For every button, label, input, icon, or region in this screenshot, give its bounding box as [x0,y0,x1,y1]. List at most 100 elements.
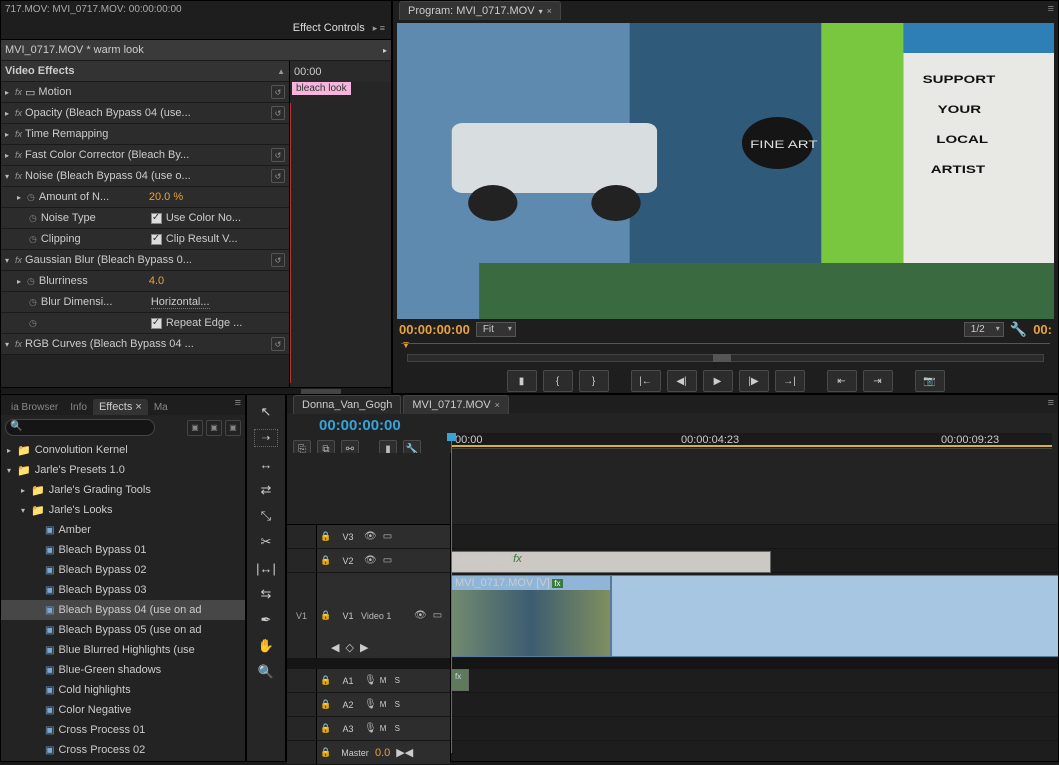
reset-button[interactable]: ↺ [271,148,285,162]
folder-item[interactable]: ▸📁Jarle's Grading Tools [1,480,245,500]
mark-in-button[interactable]: ▮ [507,370,537,392]
twirl-icon[interactable]: ▸ [21,486,31,495]
lift-button[interactable]: ⇤ [827,370,857,392]
timeline-playhead[interactable] [451,433,452,753]
preset-item[interactable]: ▣Bleach Bypass 03 [1,580,245,600]
track-name-v1[interactable]: Video 1 [361,611,411,621]
stopwatch-icon[interactable]: ◷ [29,213,37,224]
step-forward-button[interactable]: |▶ [739,370,769,392]
ripple-edit-tool[interactable]: ↔ [254,455,278,473]
param-value[interactable]: 20.0 % [149,191,183,203]
video-effects-section[interactable]: Video Effects [5,65,277,77]
checkbox[interactable] [151,213,162,224]
preset-item[interactable]: ▣Bleach Bypass 04 (use on ad [1,600,245,620]
export-frame-button[interactable]: 📷 [915,370,945,392]
track-target-a3[interactable]: A3 [335,724,361,734]
reset-button[interactable]: ↺ [271,253,285,267]
track-sync-lock-icon[interactable]: ▭ [383,531,392,542]
track-target-v2[interactable]: V2 [335,556,361,566]
panel-menu-icon[interactable]: ≡ [1048,3,1054,15]
razor-tool[interactable]: ✂ [254,533,278,551]
extract-button[interactable]: ⇥ [863,370,893,392]
32bit-filter[interactable]: ▣ [206,420,222,436]
track-lock-icon[interactable]: 🔒 [317,610,335,621]
mute-solo[interactable]: M S [380,724,403,733]
disclosure-icon[interactable]: ▸ [383,46,387,55]
twirl-icon[interactable]: ▸ [7,446,17,455]
track-select-tool[interactable]: ⇢ [254,429,278,447]
program-viewport[interactable]: FINE ART SUPPORT YOUR LOCAL ARTIST [397,23,1054,319]
track-sync-lock-icon[interactable]: ▭ [383,555,392,566]
ec-ruler[interactable]: 00:00 [290,61,391,82]
program-scrubber[interactable]: ▼ [401,340,1050,366]
param-value[interactable]: 4.0 [149,275,164,287]
folder-item[interactable]: ▾📁Jarle's Presets 1.0 [1,460,245,480]
stopwatch-icon[interactable]: ◷ [27,192,35,203]
settings-wrench-icon[interactable]: 🔧 [1010,321,1027,338]
effects-tree[interactable]: ▸📁Convolution Kernel▾📁Jarle's Presets 1.… [1,440,245,760]
preset-item[interactable]: ▣Bleach Bypass 02 [1,560,245,580]
program-timecode-left[interactable]: 00:00:00:00 [399,322,470,337]
tab-markers[interactable]: Ma [148,400,174,415]
track-voice-icon[interactable]: 🎙 [364,675,377,686]
go-to-out-button[interactable]: →| [775,370,805,392]
mark-out-bracket-button[interactable]: } [579,370,609,392]
slip-tool[interactable]: |↔| [254,559,278,577]
twirl-icon[interactable]: ▸ [5,151,15,160]
effect-noise[interactable]: Noise (Bleach Bypass 04 (use o... [25,170,271,182]
resolution-dropdown[interactable]: 1/2 [964,322,1004,337]
folder-item[interactable]: ▾📁Jarle's Looks [1,500,245,520]
timeline-timecode[interactable]: 00:00:00:00 [319,417,401,434]
twirl-icon[interactable]: ▸ [17,277,27,286]
go-to-in-button[interactable]: |← [631,370,661,392]
source-patch-v1[interactable]: V1 [287,573,317,658]
reset-button[interactable]: ↺ [271,106,285,120]
wing-menu-icon[interactable]: ▸ ≡ [373,23,385,34]
track-lock-icon[interactable]: 🔒 [317,555,335,566]
close-icon[interactable]: × [135,401,141,413]
twirl-icon[interactable]: ▾ [5,256,15,265]
sequence-tab-donna[interactable]: Donna_Van_Gogh [293,395,401,414]
tab-media-browser[interactable]: ia Browser [5,400,64,415]
timeline-ruler[interactable]: 00:00 00:00:04:23 00:00:09:23 [451,433,1052,449]
reset-button[interactable]: ↺ [271,337,285,351]
track-lock-icon[interactable]: 🔒 [317,747,335,758]
zoom-scrollbar[interactable] [407,354,1044,362]
effect-gaussian-blur[interactable]: Gaussian Blur (Bleach Bypass 0... [25,254,271,266]
track-lock-icon[interactable]: 🔒 [317,675,335,686]
close-icon[interactable]: × [547,6,552,16]
mark-in-bracket-button[interactable]: { [543,370,573,392]
track-lock-icon[interactable]: 🔒 [317,699,335,710]
accelerated-effects-filter[interactable]: ▣ [187,420,203,436]
tab-info[interactable]: Info [64,400,93,415]
stopwatch-icon[interactable]: ◷ [27,276,35,287]
effect-time-remapping[interactable]: Time Remapping [25,128,285,140]
section-toggle-icon[interactable]: ▲ [277,67,285,76]
mute-solo[interactable]: M S [380,700,403,709]
reset-button[interactable]: ↺ [271,85,285,99]
rate-stretch-tool[interactable]: ⤡ [254,507,278,525]
twirl-icon[interactable]: ▾ [5,172,15,181]
preset-item[interactable]: ▣Cross Process 01 [1,720,245,740]
checkbox[interactable] [151,318,162,329]
track-output-icon[interactable]: 👁 [364,531,377,542]
reset-button[interactable]: ↺ [271,169,285,183]
stopwatch-icon[interactable]: ◷ [29,318,37,329]
twirl-icon[interactable]: ▾ [5,340,15,349]
preset-item[interactable]: ▣Blue-Green shadows [1,660,245,680]
panel-menu-icon[interactable]: ≡ [1048,397,1054,409]
effects-search-input[interactable] [5,419,155,436]
twirl-icon[interactable]: ▾ [21,506,31,515]
twirl-icon[interactable]: ▸ [17,193,27,202]
twirl-icon[interactable]: ▸ [5,109,15,118]
preset-item[interactable]: ▣Color Negative [1,700,245,720]
clip-audio[interactable]: fx [451,669,469,691]
selection-tool[interactable]: ↖ [254,403,278,421]
program-tab[interactable]: Program: MVI_0717.MOV▾× [399,1,561,20]
track-lock-icon[interactable]: 🔒 [317,531,335,542]
rolling-edit-tool[interactable]: ⇄ [254,481,278,499]
effect-opacity[interactable]: Opacity (Bleach Bypass 04 (use... [25,107,271,119]
sequence-tab-mvi[interactable]: MVI_0717.MOV× [403,395,509,414]
effect-rgb-curves[interactable]: RGB Curves (Bleach Bypass 04 ... [25,338,271,350]
pen-tool[interactable]: ✒ [254,611,278,629]
